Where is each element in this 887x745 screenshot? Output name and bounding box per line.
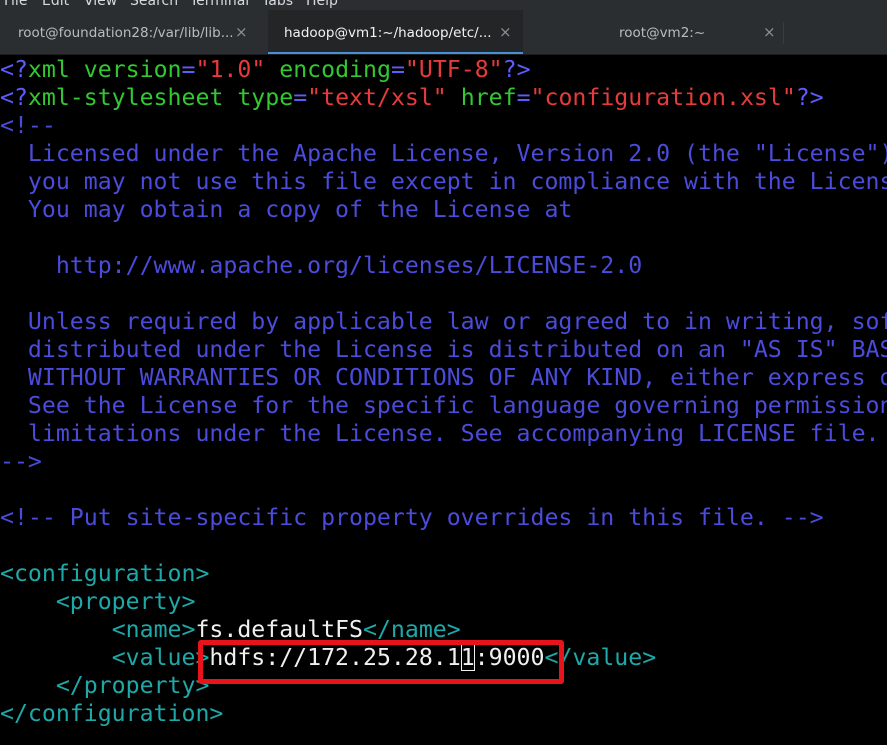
license-line: you may not use this file except in comp… bbox=[0, 168, 887, 195]
license-line: Licensed under the Apache License, Versi… bbox=[0, 140, 887, 167]
tab-divider bbox=[783, 22, 784, 44]
attr-value: "text/xsl" bbox=[307, 84, 447, 111]
tab-bar: root@foundation28:/var/lib/lib... × hado… bbox=[0, 10, 887, 55]
attr-value: "UTF-8" bbox=[404, 56, 503, 83]
attr-name: version bbox=[83, 56, 182, 83]
attr-value: "1.0" bbox=[195, 56, 266, 83]
close-icon[interactable]: × bbox=[235, 23, 248, 41]
editor-line-stylesheet: <?xml-stylesheet type="text/xsl" href="c… bbox=[0, 84, 824, 112]
tab-label: hadoop@vm1:~/hadoop/etc/... bbox=[284, 25, 492, 41]
pi-open: <? bbox=[0, 84, 28, 111]
tag-name-close: </name> bbox=[362, 616, 461, 643]
menu-view[interactable]: View bbox=[84, 0, 117, 9]
close-icon[interactable]: × bbox=[499, 23, 512, 41]
tab-label: root@vm2:~ bbox=[619, 25, 706, 41]
menu-edit[interactable]: Edit bbox=[42, 0, 69, 9]
menu-search[interactable]: Search bbox=[130, 0, 178, 9]
tab-vm2[interactable]: root@vm2:~ × bbox=[523, 10, 783, 54]
license-line: Unless required by applicable law or agr… bbox=[0, 308, 887, 335]
tag-name-open: <name> bbox=[111, 616, 196, 643]
editor-line-comment-open: <!-- bbox=[0, 112, 56, 139]
attr-eq: = bbox=[181, 56, 196, 83]
tag-property-close: </property> bbox=[55, 672, 210, 699]
license-line: http://www.apache.org/licenses/LICENSE-2… bbox=[0, 252, 643, 279]
editor-line-property-open: <property> bbox=[0, 588, 196, 616]
editor-line-config-open: <configuration> bbox=[0, 560, 210, 587]
pi-close: ?> bbox=[795, 84, 824, 111]
close-icon[interactable]: × bbox=[763, 23, 776, 41]
tab-foundation28[interactable]: root@foundation28:/var/lib/lib... × bbox=[0, 10, 268, 54]
pi-name: xml bbox=[27, 56, 70, 83]
tag-property-open: <property> bbox=[55, 588, 196, 615]
license-line: limitations under the License. See accom… bbox=[0, 420, 880, 447]
pi-close: ?> bbox=[502, 56, 531, 83]
attr-name: type bbox=[237, 84, 294, 111]
pi-open: <? bbox=[0, 56, 28, 83]
menu-help[interactable]: Help bbox=[306, 0, 338, 9]
menu-bar: File Edit View Search Terminal Tabs Help bbox=[0, 0, 887, 10]
attr-name: href bbox=[460, 84, 517, 111]
license-line: You may obtain a copy of the License at bbox=[0, 196, 573, 223]
menu-tabs[interactable]: Tabs bbox=[262, 0, 293, 9]
editor-line-site-comment: <!-- Put site-specific property override… bbox=[0, 504, 824, 531]
editor-line-config-close: </configuration> bbox=[0, 700, 224, 727]
property-name-value: fs.defaultFS bbox=[195, 616, 363, 643]
attr-eq: = bbox=[516, 84, 531, 111]
attr-value: "configuration.xsl" bbox=[530, 84, 796, 111]
pi-name: xml-stylesheet bbox=[27, 84, 224, 111]
highlight-box bbox=[198, 640, 564, 684]
attr-name: encoding bbox=[279, 56, 391, 83]
menu-terminal[interactable]: Terminal bbox=[190, 0, 249, 9]
tab-label: root@foundation28:/var/lib/lib... bbox=[18, 25, 234, 41]
attr-eq: = bbox=[293, 84, 308, 111]
license-line: WITHOUT WARRANTIES OR CONDITIONS OF ANY … bbox=[27, 364, 887, 391]
license-line: distributed under the License is distrib… bbox=[0, 336, 887, 363]
editor-line-comment-close: --> bbox=[0, 448, 42, 475]
license-line: See the License for the specific languag… bbox=[0, 392, 887, 419]
editor-line-property-close: </property> bbox=[0, 672, 210, 700]
tab-vm1[interactable]: hadoop@vm1:~/hadoop/etc/... × bbox=[268, 10, 523, 54]
editor-line-xml-decl: <?xml version="1.0" encoding="UTF-8"?> bbox=[0, 56, 531, 84]
menu-file[interactable]: File bbox=[4, 0, 27, 9]
attr-eq: = bbox=[390, 56, 405, 83]
tag-value-open: <value> bbox=[111, 644, 210, 671]
